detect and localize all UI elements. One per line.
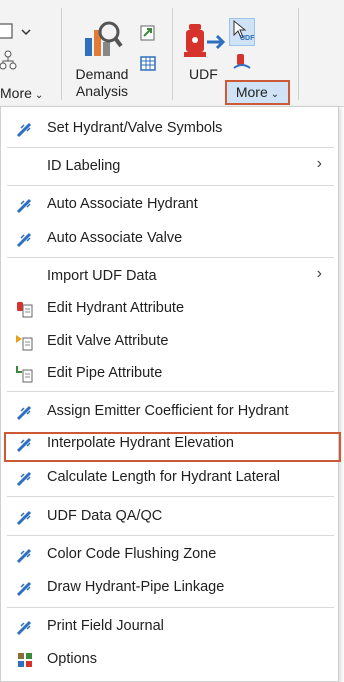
hydrant-arrow-icon[interactable] — [183, 18, 229, 60]
menu-item-auto-associate-hydrant[interactable]: Auto Associate Hydrant — [1, 189, 338, 219]
udf-icon-text: UDF — [240, 35, 255, 42]
hydrant-small-icon[interactable] — [232, 52, 254, 72]
menu-item-edit-hydrant-attribute[interactable]: Edit Hydrant Attribute — [1, 293, 338, 323]
menu-item-edit-valve-attribute[interactable]: Edit Valve Attribute — [1, 326, 338, 356]
menu-item-assign-emitter-coefficient[interactable]: Assign Emitter Coefficient for Hydrant — [1, 396, 338, 426]
menu-item-label: Options — [47, 651, 97, 667]
menu-item-id-labeling[interactable]: ID Labeling › — [1, 151, 338, 181]
wand-icon — [16, 548, 32, 564]
menu-item-label: Draw Hydrant-Pipe Linkage — [47, 579, 225, 595]
menu-item-label: Edit Pipe Attribute — [47, 365, 163, 381]
hydrant-valve-wand-icon — [16, 122, 32, 138]
more-button-label: More — [235, 84, 268, 100]
udf-label: UDF — [189, 66, 218, 82]
menu-divider — [7, 147, 334, 148]
wand-icon — [16, 471, 32, 487]
demand-analysis-icon[interactable] — [83, 20, 123, 60]
wand-icon — [16, 581, 32, 597]
dropdown-box-icon[interactable] — [0, 22, 34, 42]
menu-item-options[interactable]: Options — [1, 644, 338, 674]
wand-icon — [16, 232, 32, 248]
menu-item-label: Auto Associate Hydrant — [47, 196, 198, 212]
analysis-label: Analysis — [75, 83, 129, 99]
menu-divider — [7, 607, 334, 608]
udf-pointer-button[interactable]: UDF — [229, 18, 255, 46]
ribbon: More ⌄ Demand Analysis UDF UDF More ⌄ — [0, 0, 344, 107]
menu-item-color-code-flushing-zone[interactable]: Color Code Flushing Zone — [1, 539, 338, 569]
left-more-label: More — [0, 85, 32, 101]
demand-label: Demand — [75, 66, 129, 82]
valve-document-icon — [16, 335, 33, 351]
menu-divider — [7, 257, 334, 258]
menu-item-auto-associate-valve[interactable]: Auto Associate Valve — [1, 223, 338, 253]
chevron-right-icon: › — [316, 155, 322, 172]
menu-divider — [7, 391, 334, 392]
menu-item-label: UDF Data QA/QC — [47, 508, 163, 524]
document-arrow-icon[interactable] — [139, 24, 157, 42]
menu-item-edit-pipe-attribute[interactable]: Edit Pipe Attribute — [1, 358, 338, 388]
pipe-document-icon — [16, 366, 33, 383]
wand-icon — [16, 405, 32, 421]
demand-analysis-button[interactable]: Demand Analysis — [70, 66, 134, 100]
wand-icon — [16, 198, 32, 214]
highlight-box — [4, 432, 341, 462]
menu-item-label: Set Hydrant/Valve Symbols — [47, 120, 223, 136]
menu-item-print-field-journal[interactable]: Print Field Journal — [1, 611, 338, 641]
ribbon-separator — [172, 8, 173, 100]
hydrant-document-icon — [17, 302, 33, 318]
menu-item-label: Print Field Journal — [47, 618, 164, 634]
menu-item-label: Import UDF Data — [47, 268, 157, 284]
menu-item-label: Color Code Flushing Zone — [47, 546, 217, 562]
menu-divider — [7, 535, 334, 536]
wand-icon — [16, 620, 32, 636]
menu-divider — [7, 185, 334, 186]
chevron-right-icon: › — [316, 265, 322, 282]
menu-item-label: Edit Valve Attribute — [47, 333, 169, 349]
more-button[interactable]: More ⌄ — [225, 80, 290, 105]
menu-item-label: ID Labeling — [47, 158, 121, 174]
network-icon[interactable] — [0, 50, 20, 72]
table-icon[interactable] — [139, 55, 157, 73]
ribbon-separator — [61, 8, 62, 100]
menu-item-calculate-length-hydrant-lateral[interactable]: Calculate Length for Hydrant Lateral — [1, 462, 338, 492]
menu-item-label: Assign Emitter Coefficient for Hydrant — [47, 403, 289, 419]
udf-button[interactable]: UDF — [189, 66, 218, 83]
left-more-button[interactable]: More ⌄ — [0, 85, 43, 104]
wand-icon — [16, 510, 32, 526]
menu-item-draw-hydrant-pipe-linkage[interactable]: Draw Hydrant-Pipe Linkage — [1, 572, 338, 602]
options-grid-icon — [18, 653, 32, 667]
menu-item-label: Edit Hydrant Attribute — [47, 300, 185, 316]
menu-item-label: Calculate Length for Hydrant Lateral — [47, 469, 280, 485]
menu-divider — [7, 496, 334, 497]
chevron-down-icon: ⌄ — [34, 90, 44, 101]
menu-item-set-hydrant-valve-symbols[interactable]: Set Hydrant/Valve Symbols — [1, 113, 338, 143]
ribbon-separator — [298, 8, 299, 100]
chevron-down-icon: ⌄ — [270, 89, 280, 100]
more-dropdown-menu: Set Hydrant/Valve Symbols ID Labeling › … — [0, 106, 341, 682]
menu-item-import-udf-data[interactable]: Import UDF Data › — [1, 261, 338, 291]
menu-item-udf-data-qa-qc[interactable]: UDF Data QA/QC — [1, 501, 338, 531]
menu-item-label: Auto Associate Valve — [47, 230, 183, 246]
